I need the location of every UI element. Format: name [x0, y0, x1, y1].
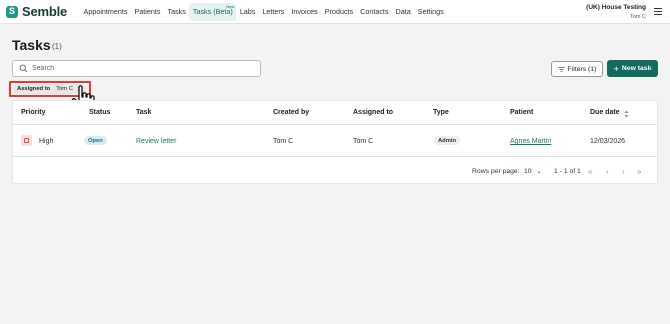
nav-item-products[interactable]: Products — [321, 0, 356, 24]
patient-link[interactable]: Agnes Martin — [510, 138, 551, 145]
rows-per-page-value: 10 — [524, 168, 532, 175]
new-task-button[interactable]: + New task — [607, 60, 658, 77]
user-account[interactable]: (UK) House Testing Tom C — [586, 4, 646, 20]
filter-icon — [558, 66, 565, 72]
type-badge: Admin — [434, 136, 461, 145]
row-divider — [13, 156, 657, 157]
nav-item-settings[interactable]: Settings — [414, 0, 447, 24]
brand[interactable]: S Semble — [6, 4, 67, 19]
status-badge: Open — [84, 136, 107, 145]
chevron-down-icon: ⌄ — [536, 169, 542, 175]
filters-button[interactable]: Filters (1) — [551, 61, 603, 77]
brand-logo-icon: S — [6, 5, 18, 18]
nav-item-letters[interactable]: Letters — [259, 0, 288, 24]
column-header-created-by[interactable]: Created by — [273, 109, 309, 116]
column-header-task[interactable]: Task — [136, 109, 151, 116]
priority-flag-icon — [21, 135, 32, 146]
priority-value: High — [39, 138, 54, 145]
created-by-value: Tom C — [273, 138, 294, 145]
sort-icon[interactable] — [624, 110, 629, 118]
due-date-value: 12/03/2026 — [590, 138, 626, 145]
main-nav: Appointments Patients Tasks Tasks (Beta)… — [80, 0, 447, 24]
last-page-icon[interactable]: » — [637, 167, 641, 176]
filters-label: Filters (1) — [567, 65, 597, 73]
column-header-status[interactable]: Status — [89, 109, 110, 116]
header-divider — [13, 124, 657, 125]
page-title: Tasks — [12, 37, 51, 53]
new-badge: New — [226, 3, 235, 9]
search-icon — [19, 64, 28, 73]
pagination-range: 1 - 1 of 1 — [554, 168, 581, 175]
search-box[interactable] — [12, 60, 261, 77]
prev-page-icon[interactable]: ‹ — [606, 167, 609, 176]
nav-item-data[interactable]: Data — [392, 0, 414, 24]
organization-name: (UK) House Testing — [586, 4, 646, 11]
tasks-table: Priority Status Task Created by Assigned… — [12, 100, 658, 184]
task-count: (1) — [52, 42, 62, 51]
search-input[interactable] — [32, 65, 260, 72]
new-task-label: New task — [621, 65, 652, 72]
chip-label: Assigned to — [17, 86, 51, 92]
column-header-type[interactable]: Type — [433, 109, 449, 116]
column-header-due-date[interactable]: Due date — [590, 109, 620, 116]
nav-item-tasks-beta[interactable]: Tasks (Beta) New — [189, 2, 237, 21]
nav-item-appointments[interactable]: Appointments — [80, 0, 131, 24]
nav-item-labs[interactable]: Labs — [236, 0, 259, 24]
user-name: Tom C — [630, 14, 646, 20]
column-header-patient[interactable]: Patient — [510, 109, 533, 116]
column-header-assigned-to[interactable]: Assigned to — [353, 109, 393, 116]
rows-per-page-select[interactable]: 10 ⌄ — [524, 168, 542, 175]
rows-per-page-label: Rows per page: — [472, 168, 520, 175]
column-header-priority[interactable]: Priority — [21, 109, 46, 116]
top-navigation-bar: S Semble Appointments Patients Tasks Tas… — [0, 0, 670, 24]
plus-icon: + — [613, 63, 619, 74]
first-page-icon[interactable]: « — [588, 167, 592, 176]
assigned-to-value: Tom C — [353, 138, 374, 145]
brand-name: Semble — [22, 4, 68, 19]
next-page-icon[interactable]: › — [622, 167, 625, 176]
task-link[interactable]: Review letter — [136, 138, 176, 145]
nav-item-invoices[interactable]: Invoices — [288, 0, 321, 24]
nav-item-contacts[interactable]: Contacts — [357, 0, 392, 24]
nav-item-patients[interactable]: Patients — [131, 0, 164, 24]
hamburger-menu-icon[interactable] — [654, 8, 662, 15]
nav-item-tasks[interactable]: Tasks — [164, 0, 189, 24]
